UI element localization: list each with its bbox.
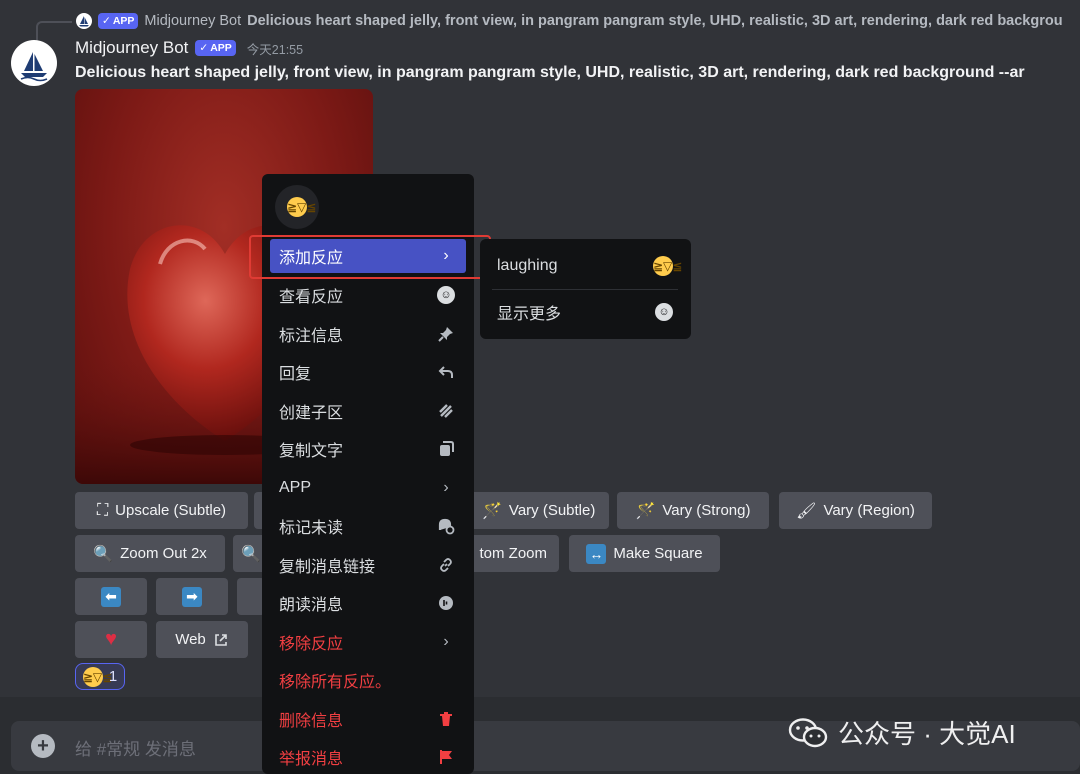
laughing-emoji-icon: ≧▽≦ (653, 256, 682, 276)
menu-item-mark-unread[interactable]: 标记未读 (270, 509, 466, 543)
arrow-left-icon: ⬅ (101, 586, 121, 607)
menu-item-delete-message[interactable]: 删除信息 (270, 702, 466, 736)
submenu-item-laughing[interactable]: laughing ≧▽≦ (487, 246, 683, 286)
pan-left-button[interactable]: ⬅ (75, 578, 147, 615)
reaction-laughing[interactable]: ≧▽≦ 1 (75, 663, 125, 690)
vary-subtle-button[interactable]: 🪄 Vary (Subtle) (470, 492, 609, 529)
menu-item-apps[interactable]: APP › (270, 471, 466, 505)
reply-reference[interactable]: ✓ APP Midjourney Bot Delicious heart shap… (76, 11, 1063, 31)
reply-text[interactable]: Delicious heart shaped jelly, front view… (247, 13, 1062, 29)
watermark-text: 公众号 · 大觉AI (838, 719, 1016, 749)
laughing-emoji-icon: ≧▽≦ (82, 666, 112, 687)
menu-item-report-message[interactable]: 举报消息 (270, 740, 466, 774)
favorite-button[interactable]: ♥ (75, 621, 147, 658)
composer-placeholder[interactable]: 给 #常规 发消息 (75, 735, 196, 760)
submenu-item-show-more[interactable]: 显示更多 ☺ (487, 292, 683, 332)
zoom-out-2x-button[interactable]: 🔍 Zoom Out 2x (75, 535, 225, 572)
quick-reaction-laughing[interactable]: ≧▽≦ (275, 185, 319, 229)
laughing-emoji-icon: ≧▽≦ (287, 197, 316, 217)
chevron-right-icon: › (443, 479, 449, 496)
arrow-right-icon: ➡ (182, 586, 202, 607)
external-link-icon (214, 633, 227, 646)
pan-up-button[interactable] (237, 578, 265, 615)
mark-unread-icon (436, 516, 456, 536)
heart-icon: ♥ (105, 628, 117, 650)
menu-item-remove-reaction[interactable]: 移除反应 › (270, 625, 466, 659)
verified-check-icon: ✓ (199, 42, 209, 54)
menu-item-copy-message-link[interactable]: 复制消息链接 (270, 548, 466, 582)
attach-plus-icon[interactable]: + (31, 734, 55, 758)
author-name[interactable]: Midjourney Bot (75, 38, 188, 58)
app-badge: ✓ APP (195, 40, 236, 56)
watermark: 公众号 · 大觉AI (788, 714, 1016, 751)
pin-icon (436, 324, 456, 344)
magic-wand-icon: 🪄 (635, 502, 656, 520)
timestamp: 今天21:55 (246, 42, 304, 57)
speak-icon (436, 593, 456, 613)
smile-icon: ☺ (655, 303, 673, 321)
wechat-icon (788, 717, 828, 747)
message-prompt: Delicious heart shaped jelly, front view… (75, 64, 1025, 81)
menu-item-remove-all-reactions[interactable]: 移除所有反应。 (270, 663, 466, 697)
vary-strong-button[interactable]: 🪄 Vary (Strong) (617, 492, 769, 529)
reply-icon (436, 362, 456, 382)
chevron-right-icon: › (443, 633, 449, 650)
menu-item-read-aloud[interactable]: 朗读消息 (270, 586, 466, 620)
verified-check-icon: ✓ (102, 15, 111, 27)
trash-icon (436, 709, 456, 729)
magnifier-icon: 🔍 (241, 545, 261, 563)
submenu-divider (492, 289, 678, 290)
link-icon (436, 555, 456, 575)
magnifier-icon: 🔍 (93, 545, 114, 563)
magic-wand-icon: 🪄 (482, 502, 502, 520)
thread-icon (436, 401, 456, 421)
pan-right-button[interactable]: ➡ (156, 578, 228, 615)
flag-icon (436, 747, 456, 767)
left-right-arrow-icon: ↔ (586, 543, 607, 564)
menu-item-create-thread[interactable]: 创建子区 (270, 394, 466, 428)
smile-icon: ☺ (436, 285, 456, 305)
menu-item-pin-message[interactable]: 标注信息 (270, 317, 466, 351)
web-link-button[interactable]: Web (156, 621, 248, 658)
copy-icon (436, 439, 456, 459)
custom-zoom-button[interactable]: tom Zoom (460, 535, 559, 572)
app-badge: ✓ APP (98, 13, 139, 29)
reaction-count: 1 (108, 668, 118, 685)
highlight-annotation (249, 235, 491, 279)
bot-avatar[interactable] (11, 40, 57, 86)
menu-item-reply[interactable]: 回复 (270, 355, 466, 389)
make-square-button[interactable]: ↔ Make Square (569, 535, 720, 572)
paintbrush-icon: 🖌 (796, 502, 817, 520)
menu-item-view-reactions[interactable]: 查看反应 ☺ (270, 278, 466, 312)
menu-item-copy-text[interactable]: 复制文字 (270, 432, 466, 466)
expand-icon: ⛶ (96, 501, 109, 519)
upscale-subtle-button[interactable]: ⛶ Upscale (Subtle) (75, 492, 248, 529)
reply-author[interactable]: Midjourney Bot (144, 13, 241, 29)
reply-avatar (76, 13, 92, 29)
vary-region-button[interactable]: 🖌 Vary (Region) (779, 492, 932, 529)
message-header: Midjourney Bot ✓ APP 今天21:55 (75, 38, 303, 58)
